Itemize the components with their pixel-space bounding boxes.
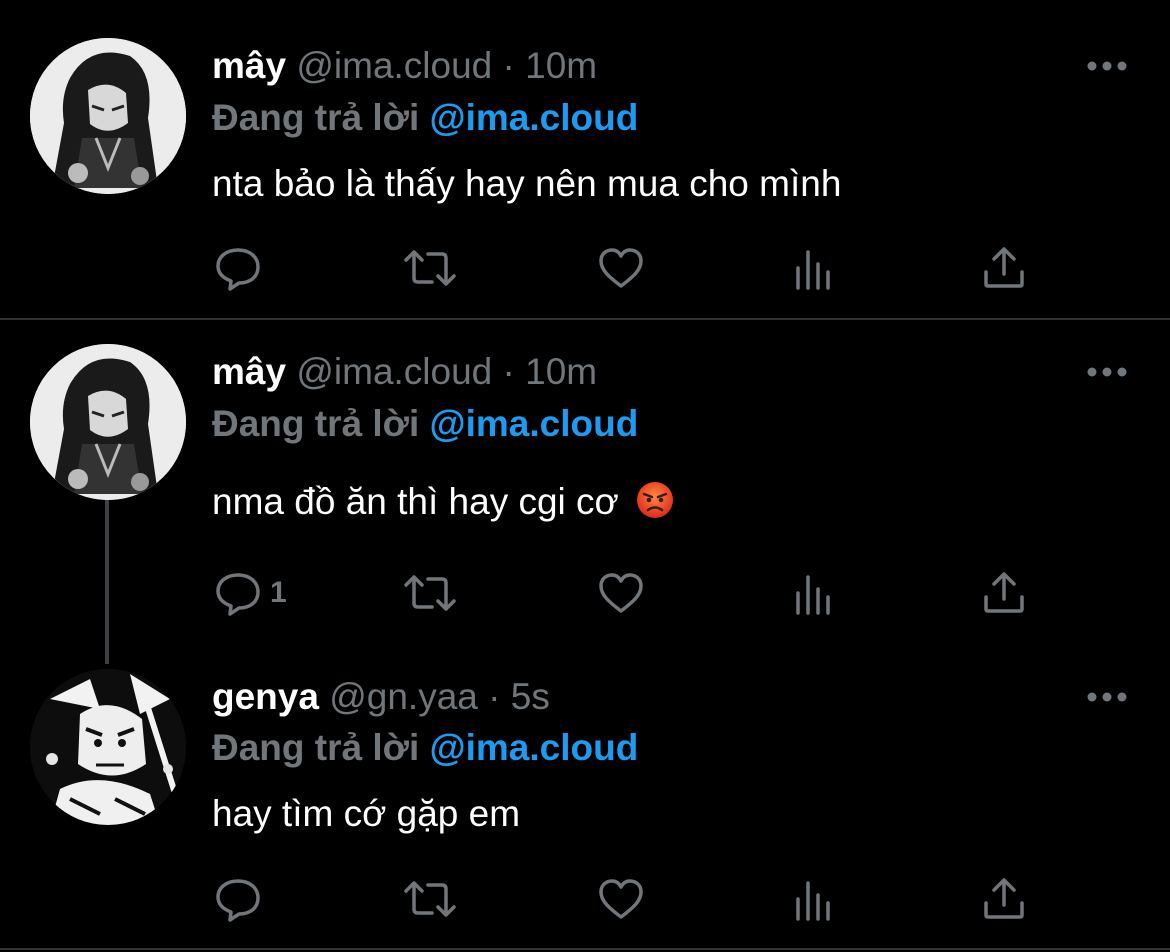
retweet-icon	[404, 250, 456, 286]
tweet-text-row: nma đồ ăn thì hay cgi cơ	[212, 480, 675, 524]
more-options-button[interactable]	[1086, 687, 1128, 707]
username[interactable]: @ima.cloud	[296, 351, 492, 392]
username[interactable]: @ima.cloud	[296, 45, 492, 86]
like-icon	[599, 573, 643, 613]
mention-link[interactable]: @ima.cloud	[430, 97, 639, 138]
more-icon	[1087, 367, 1127, 377]
action-bar: 1	[0, 563, 1170, 623]
timestamp[interactable]: 10m	[525, 351, 597, 392]
reply-count: 1	[270, 576, 287, 609]
reply-button[interactable]	[214, 238, 262, 298]
retweet-button[interactable]	[402, 869, 458, 929]
display-name[interactable]: genya	[212, 676, 319, 717]
views-icon	[796, 250, 830, 290]
action-bar	[0, 869, 1170, 929]
retweet-icon	[404, 575, 456, 611]
views-button[interactable]	[790, 238, 838, 298]
like-icon	[599, 879, 643, 919]
replying-to: Đang trả lời @ima.cloud	[212, 402, 638, 446]
like-button[interactable]	[597, 238, 645, 298]
more-icon	[1087, 61, 1127, 71]
tweet-header: genya @gn.yaa · 5s	[212, 675, 550, 719]
separator-dot: ·	[488, 676, 501, 717]
tweet-header: mây @ima.cloud · 10m	[212, 350, 597, 394]
tweet-text: nma đồ ăn thì hay cgi cơ	[212, 481, 619, 522]
separator-dot: ·	[502, 45, 515, 86]
avatar[interactable]	[30, 344, 186, 500]
divider	[0, 948, 1170, 950]
share-icon	[984, 878, 1024, 919]
share-button[interactable]	[980, 869, 1028, 929]
views-icon	[796, 575, 830, 615]
retweet-icon	[404, 881, 456, 917]
tweet-3[interactable]: genya @gn.yaa · 5s Đang trả lời @ima.clo…	[0, 665, 1170, 950]
tweet-2[interactable]: mây @ima.cloud · 10m Đang trả lời @ima.c…	[0, 320, 1170, 665]
replying-to: Đang trả lời @ima.cloud	[212, 726, 638, 770]
separator-dot: ·	[502, 351, 515, 392]
reply-icon	[216, 248, 260, 291]
timestamp[interactable]: 5s	[511, 676, 550, 717]
mention-link[interactable]: @ima.cloud	[430, 403, 639, 444]
display-name[interactable]: mây	[212, 45, 286, 86]
share-button[interactable]	[980, 238, 1028, 298]
more-icon	[1087, 692, 1127, 702]
like-button[interactable]	[597, 563, 645, 623]
replying-to: Đang trả lời @ima.cloud	[212, 96, 638, 140]
share-icon	[984, 247, 1024, 288]
share-button[interactable]	[980, 563, 1028, 623]
username[interactable]: @gn.yaa	[329, 676, 478, 717]
replying-to-label: Đang trả lời	[212, 403, 420, 444]
views-button[interactable]	[790, 869, 838, 929]
like-icon	[599, 248, 643, 288]
reply-icon	[216, 573, 260, 616]
replying-to-label: Đang trả lời	[212, 97, 420, 138]
avatar[interactable]	[30, 669, 186, 825]
tweet-header: mây @ima.cloud · 10m	[212, 44, 597, 88]
tweet-text: hay tìm cớ gặp em	[212, 793, 521, 834]
display-name[interactable]: mây	[212, 351, 286, 392]
reply-button[interactable]: 1	[214, 563, 287, 623]
timestamp[interactable]: 10m	[525, 45, 597, 86]
tweet-text: nta bảo là thấy hay nên mua cho mình	[212, 163, 842, 204]
reply-button[interactable]	[214, 869, 262, 929]
views-icon	[796, 881, 830, 921]
reply-icon	[216, 879, 260, 922]
angry-face-emoji	[637, 482, 674, 518]
avatar[interactable]	[30, 38, 186, 194]
share-icon	[984, 572, 1024, 613]
like-button[interactable]	[597, 869, 645, 929]
more-options-button[interactable]	[1086, 362, 1128, 382]
replying-to-label: Đang trả lời	[212, 727, 420, 768]
views-button[interactable]	[790, 563, 838, 623]
retweet-button[interactable]	[402, 563, 458, 623]
tweet-1[interactable]: mây @ima.cloud · 10m Đang trả lời @ima.c…	[0, 0, 1170, 318]
action-bar	[0, 238, 1170, 298]
retweet-button[interactable]	[402, 238, 458, 298]
more-options-button[interactable]	[1086, 56, 1128, 76]
mention-link[interactable]: @ima.cloud	[430, 727, 639, 768]
